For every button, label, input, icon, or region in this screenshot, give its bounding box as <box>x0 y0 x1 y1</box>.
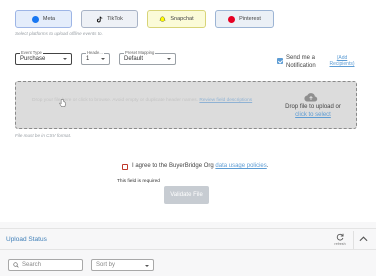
hand-cursor-icon <box>59 99 66 107</box>
csv-format-note: File must be in CSV format. <box>15 133 72 138</box>
meta-label: Meta <box>42 16 56 22</box>
agree-suffix: . <box>266 163 269 169</box>
file-dropzone[interactable]: Drop your file here or click to browse. … <box>15 81 357 129</box>
divider <box>353 231 354 249</box>
meta-icon <box>31 15 39 23</box>
chevron-down-icon <box>145 264 149 267</box>
meta-platform-button[interactable]: Meta <box>15 10 72 28</box>
pinterest-label: Pinterest <box>239 16 261 22</box>
snapchat-platform-button[interactable]: Snapchat <box>147 10 206 28</box>
agree-text: I agree to the BuyerBridge Org <box>132 163 214 169</box>
refresh-label: refresh <box>334 242 346 246</box>
platform-hint: Select platforms to upload offline event… <box>15 31 103 36</box>
validate-file-button[interactable]: Validate File <box>164 186 209 204</box>
dropzone-upload-block: Drop file to upload or click to select <box>278 104 348 119</box>
chevron-down-icon <box>167 58 171 60</box>
click-to-select-link[interactable]: click to select <box>295 112 331 118</box>
preset-mapping-select[interactable]: Preset Mapping Default <box>119 50 176 65</box>
chevron-down-icon <box>101 58 105 60</box>
field-descriptions-link[interactable]: Review field descriptions <box>199 98 252 103</box>
search-placeholder: Search <box>22 262 42 268</box>
header-select[interactable]: Heade... 1 <box>81 50 110 65</box>
add-recipients-link[interactable]: (Add Recipients) <box>328 55 356 67</box>
chevron-down-icon <box>63 58 67 60</box>
upload-status-bar: Upload Status refresh <box>0 228 376 250</box>
event-type-select[interactable]: Event Type Purchase <box>15 50 72 65</box>
dropzone-upload-text: Drop file to upload or <box>285 104 341 110</box>
tiktok-platform-button[interactable]: TikTok <box>81 10 138 28</box>
notification-label: Send me a Notification <box>286 55 316 69</box>
refresh-button[interactable]: refresh <box>333 233 347 246</box>
upload-card: Meta TikTok Snapchat Pinterest Select pl… <box>0 0 376 222</box>
pinterest-icon <box>228 15 236 23</box>
pinterest-platform-button[interactable]: Pinterest <box>215 10 274 28</box>
event-type-value: Purchase <box>20 56 46 62</box>
cloud-upload-icon <box>304 92 318 102</box>
platform-selector: Meta TikTok Snapchat Pinterest <box>15 10 274 28</box>
sort-by-select[interactable]: Sort by <box>91 259 154 271</box>
sort-by-placeholder: Sort by <box>96 262 116 268</box>
snapchat-label: Snapchat <box>170 16 194 22</box>
agree-label: I agree to the BuyerBridge Org data usag… <box>132 163 268 169</box>
data-usage-policies-link[interactable]: data usage policies <box>215 163 266 169</box>
header-label: Heade... <box>86 50 104 55</box>
dropzone-instructions: Drop your file here or click to browse. … <box>32 98 199 103</box>
upload-status-title: Upload Status <box>6 236 47 243</box>
dropzone-instructions-block: Drop your file here or click to browse. … <box>32 98 262 104</box>
required-error: This field is required <box>117 179 160 184</box>
tiktok-label: TikTok <box>107 16 123 22</box>
snapchat-icon <box>159 16 166 23</box>
search-input[interactable]: Search <box>8 259 83 271</box>
agree-checkbox[interactable] <box>122 164 128 170</box>
tiktok-icon <box>96 16 103 23</box>
search-icon <box>13 262 19 268</box>
page: Meta TikTok Snapchat Pinterest Select pl… <box>0 0 376 276</box>
preset-mapping-value: Default <box>124 56 144 62</box>
refresh-icon <box>336 233 344 241</box>
chevron-up-icon[interactable] <box>359 236 368 242</box>
preset-mapping-label: Preset Mapping <box>124 50 156 55</box>
event-type-label: Event Type <box>20 50 43 55</box>
notification-checkbox[interactable] <box>277 58 283 64</box>
header-value: 1 <box>86 56 90 62</box>
